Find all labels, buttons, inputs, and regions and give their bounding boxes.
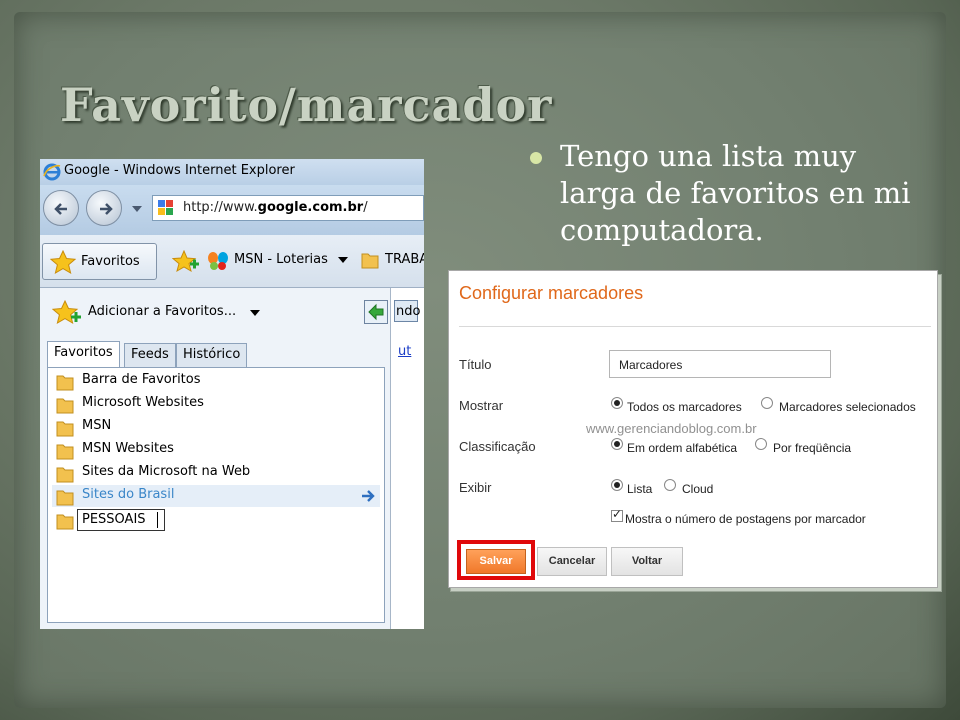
folder-icon xyxy=(56,444,74,460)
list-item-editing[interactable]: PESSOAIS xyxy=(52,509,380,531)
slide-title: Favorito/marcador xyxy=(60,78,553,132)
google-favicon-icon xyxy=(158,200,173,215)
divider xyxy=(459,326,931,327)
radio-alfabetica-label: Em ordem alfabética xyxy=(627,441,738,455)
favorites-button[interactable]: Favoritos xyxy=(42,243,157,280)
folder-icon xyxy=(56,375,74,391)
folder-icon xyxy=(56,467,74,483)
show-count-label: Mostra o número de postagens por marcado… xyxy=(625,512,866,526)
tab-historico[interactable]: Histórico xyxy=(176,343,248,367)
mostrar-label: Mostrar xyxy=(459,398,504,413)
traba-folder-link[interactable]: TRABA xyxy=(385,252,424,267)
window-title: Google - Windows Internet Explorer xyxy=(64,163,295,178)
pin-arrow-icon xyxy=(368,303,384,321)
ie-logo-icon xyxy=(43,163,61,181)
back-button[interactable] xyxy=(43,190,79,226)
back-arrow-icon xyxy=(54,203,67,215)
forward-button[interactable] xyxy=(86,190,122,226)
favorites-panel: Adicionar a Favoritos... Favoritos Feeds… xyxy=(40,288,391,629)
add-favorite-icon xyxy=(52,300,81,325)
favorites-list: Barra de Favoritos Microsoft Websites MS… xyxy=(47,367,385,623)
titulo-label: Título xyxy=(459,357,492,372)
ie-navbar: http://www.google.com.br/ xyxy=(40,185,424,235)
list-item-label: Barra de Favoritos xyxy=(82,372,201,387)
content-fragment-text: ndo xyxy=(396,304,421,319)
folder-icon xyxy=(56,514,74,530)
address-prefix: http://www. xyxy=(183,200,258,215)
radio-selecionados[interactable] xyxy=(761,397,773,409)
tab-feeds[interactable]: Feeds xyxy=(124,343,176,367)
favorites-bar: Favoritos MSN - Loterias TRABA xyxy=(40,235,424,288)
add-favorite-icon[interactable] xyxy=(172,250,200,274)
list-item-label: Microsoft Websites xyxy=(82,395,204,410)
list-item-label: MSN Websites xyxy=(82,441,174,456)
folder-icon xyxy=(56,421,74,437)
radio-frequencia-label: Por freqüência xyxy=(773,441,852,455)
radio-cloud[interactable] xyxy=(664,479,676,491)
chevron-down-icon[interactable] xyxy=(250,310,260,316)
pin-panel-button[interactable] xyxy=(364,300,388,324)
msn-dropdown-icon[interactable] xyxy=(338,257,348,263)
title-field-value: Marcadores xyxy=(619,358,683,372)
list-item-label: MSN xyxy=(82,418,112,433)
rename-input-value: PESSOAIS xyxy=(82,512,146,527)
star-icon xyxy=(50,250,76,274)
address-suffix: / xyxy=(363,200,368,215)
history-dropdown-icon[interactable] xyxy=(132,206,142,212)
list-item-selected[interactable]: Sites do Brasil xyxy=(52,485,380,507)
folder-icon xyxy=(56,398,74,414)
arrow-right-icon[interactable] xyxy=(360,488,376,504)
list-item[interactable]: MSN Websites xyxy=(52,439,380,461)
list-item-label: Sites do Brasil xyxy=(82,487,175,502)
content-fragment-link[interactable]: ut xyxy=(398,344,411,359)
address-bar[interactable]: http://www.google.com.br/ xyxy=(152,195,424,221)
radio-lista-label: Lista xyxy=(627,482,653,496)
radio-alfabetica[interactable] xyxy=(611,438,623,450)
radio-frequencia[interactable] xyxy=(755,438,767,450)
configure-labels-dialog: Configurar marcadores Título Marcadores … xyxy=(448,270,938,588)
radio-todos-label: Todos os marcadores xyxy=(627,400,742,414)
exibir-label: Exibir xyxy=(459,480,492,495)
show-count-checkbox[interactable] xyxy=(611,507,623,522)
address-domain: google.com.br xyxy=(257,200,364,215)
back-button[interactable]: Voltar xyxy=(611,547,683,576)
radio-cloud-label: Cloud xyxy=(682,482,714,496)
list-item[interactable]: Barra de Favoritos xyxy=(52,370,380,392)
ie-titlebar: Google - Windows Internet Explorer xyxy=(40,159,424,185)
msn-loterias-link[interactable]: MSN - Loterias xyxy=(234,252,328,267)
list-item-label: Sites da Microsoft na Web xyxy=(82,464,251,479)
forward-arrow-icon xyxy=(100,203,113,215)
watermark-text: www.gerenciandoblog.com.br xyxy=(586,421,757,436)
favorites-button-label: Favoritos xyxy=(81,254,140,269)
add-to-favorites-label: Adicionar a Favoritos... xyxy=(88,304,237,319)
radio-todos[interactable] xyxy=(611,397,623,409)
title-field[interactable]: Marcadores xyxy=(609,350,831,378)
radio-lista[interactable] xyxy=(611,479,623,491)
classificacao-label: Classificação xyxy=(459,439,536,454)
list-item[interactable]: MSN xyxy=(52,416,380,438)
list-item[interactable]: Sites da Microsoft na Web xyxy=(52,462,380,484)
bullet-text: Tengo una lista muy larga de favoritos e… xyxy=(560,139,911,247)
folder-icon xyxy=(361,253,379,269)
save-button[interactable]: Salvar xyxy=(466,549,526,574)
ie-screenshot: Google - Windows Internet Explorer http:… xyxy=(40,159,424,629)
cancel-button[interactable]: Cancelar xyxy=(537,547,607,576)
list-item[interactable]: Microsoft Websites xyxy=(52,393,380,415)
msn-butterfly-icon xyxy=(208,252,228,270)
address-text: http://www.google.com.br/ xyxy=(183,200,368,215)
tab-favoritos[interactable]: Favoritos xyxy=(47,341,120,367)
radio-selecionados-label: Marcadores selecionados xyxy=(779,400,916,414)
folder-icon xyxy=(56,490,74,506)
bullet-dot-icon xyxy=(530,152,542,164)
page-content-fragment: ndo ut xyxy=(392,288,424,629)
dialog-title: Configurar marcadores xyxy=(459,283,644,303)
text-caret xyxy=(157,512,158,528)
rename-input[interactable]: PESSOAIS xyxy=(77,509,165,531)
